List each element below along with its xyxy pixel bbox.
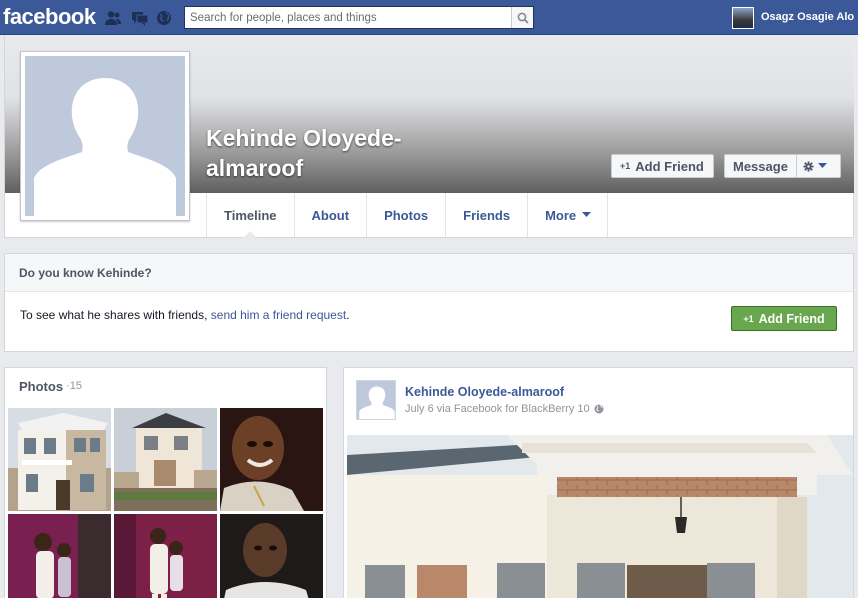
add-friend-green-button[interactable]: +1 Add Friend [731,306,837,331]
post-meta: July 6 via Facebook for BlackBerry 10 [405,403,604,415]
do-you-know-text: To see what he shares with friends, send… [20,308,350,322]
post-photo[interactable] [347,435,853,598]
photo-thumbnail[interactable] [114,514,217,598]
timeline-post: Kehinde Oloyede-almaroof July 6 via Face… [343,367,854,598]
tab-label: Timeline [224,207,277,223]
plus-one-icon: +1 [620,161,631,171]
profile-picture[interactable] [20,51,190,221]
chevron-down-icon [582,212,592,217]
tab-label: Photos [384,207,429,223]
profile-header: Kehinde Oloyede-almaroof +1 Add Friend M… [4,35,854,238]
tab-more[interactable]: More [527,193,609,237]
photos-count: 15 [69,380,82,392]
chevron-down-icon [817,163,827,168]
tab-label: About [311,207,350,223]
photo-thumbnail[interactable] [220,514,323,598]
tab-timeline[interactable]: Timeline [206,193,294,238]
messages-icon[interactable] [131,10,149,26]
do-you-know-box: Do you know Kehinde? To see what he shar… [4,253,854,352]
notifications-globe-icon[interactable] [155,10,173,26]
default-avatar-silhouette-icon [359,386,395,419]
search-input[interactable] [185,7,511,28]
facebook-logo[interactable]: facebook [3,4,96,30]
know-text-prefix: To see what he shares with friends, [20,308,211,322]
tab-photos[interactable]: Photos [366,193,445,237]
gear-icon [803,160,814,172]
plus-one-icon: +1 [743,313,754,324]
photo-thumbnail[interactable] [8,514,111,598]
profile-name: Kehinde Oloyede-almaroof [206,125,402,181]
post-timestamp[interactable]: July 6 via Facebook for BlackBerry 10 [405,403,590,415]
know-text-suffix: . [346,308,350,322]
tab-friends[interactable]: Friends [445,193,527,237]
tab-about[interactable]: About [293,193,367,237]
default-avatar-silhouette-icon [34,78,176,216]
photos-title[interactable]: Photos · 15 [5,368,326,404]
photo-thumbnail[interactable] [8,408,111,511]
add-friend-label: Add Friend [758,311,825,326]
settings-dropdown[interactable] [795,155,833,177]
photos-label: Photos [19,378,64,394]
friend-requests-icon[interactable] [104,10,122,26]
post-author-name[interactable]: Kehinde Oloyede-almaroof [405,385,564,399]
photo-grid [8,408,323,598]
add-friend-label: Add Friend [635,158,704,174]
user-avatar[interactable] [732,7,754,29]
photo-thumbnail[interactable] [114,408,217,511]
post-author-avatar[interactable] [356,380,396,420]
user-name-link[interactable]: Osagz Osagie Alo [761,11,854,23]
send-friend-request-link[interactable]: send him a friend request [211,308,346,322]
public-globe-icon[interactable] [594,404,604,414]
photos-box: Photos · 15 [4,367,327,598]
message-button[interactable]: Message [724,154,841,178]
message-label: Message [733,158,788,174]
photo-thumbnail[interactable] [220,408,323,511]
add-friend-button[interactable]: +1 Add Friend [611,154,714,178]
profile-tabs: Timeline About Photos Friends More [206,193,609,238]
search-button[interactable] [511,7,533,28]
top-bar: facebook Osagz Osagie Alo [0,0,858,35]
tab-label: More [545,207,577,223]
tab-label: Friends [463,207,511,223]
search-icon [517,12,529,24]
do-you-know-title: Do you know Kehinde? [5,254,853,292]
search-box[interactable] [184,6,534,29]
